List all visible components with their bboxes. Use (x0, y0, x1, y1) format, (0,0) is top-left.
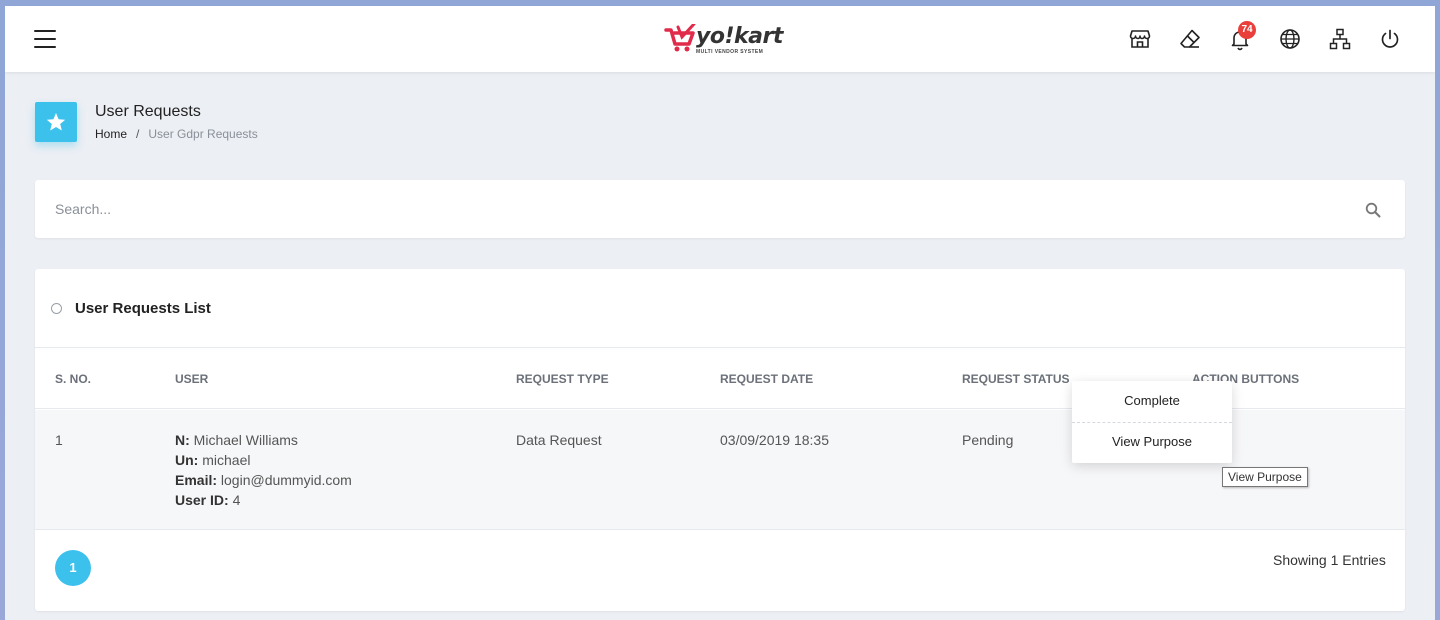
menu-icon[interactable] (34, 30, 56, 48)
logo-subtitle: MULTI VENDOR SYSTEM (696, 49, 764, 55)
search-card (35, 180, 1405, 238)
user-email: login@dummyid.com (220, 472, 352, 488)
breadcrumb-home-link[interactable]: Home (95, 127, 127, 141)
cell-request-type: Data Request (516, 432, 602, 448)
breadcrumb-separator: / (136, 127, 140, 141)
user-email-line: Email: login@dummyid.com (175, 470, 352, 490)
top-bar: yo!kart MULTI VENDOR SYSTEM 74 (5, 6, 1435, 72)
user-name-label: N: (175, 432, 190, 448)
card-header: User Requests List (35, 269, 1405, 348)
column-header-sno[interactable]: S. NO. (55, 372, 91, 386)
user-name: Michael Williams (193, 432, 298, 448)
user-email-label: Email: (175, 472, 218, 488)
user-name-line: N: Michael Williams (175, 430, 352, 450)
page-title: User Requests (95, 103, 201, 120)
globe-icon[interactable] (1278, 27, 1302, 51)
circle-icon (51, 303, 62, 314)
action-dropdown-menu: Complete View Purpose (1072, 381, 1232, 463)
search-input[interactable] (55, 197, 1335, 221)
pagination-page-1[interactable]: 1 (55, 550, 91, 586)
sitemap-icon[interactable] (1328, 27, 1352, 51)
user-username-line: Un: michael (175, 450, 352, 470)
cart-logo-icon (664, 24, 696, 52)
eraser-icon[interactable] (1178, 27, 1202, 51)
card-title: User Requests List (75, 300, 211, 317)
menu-item-complete[interactable]: Complete (1072, 381, 1232, 421)
user-id: 4 (232, 492, 241, 508)
column-header-request-status[interactable]: REQUEST STATUS (962, 372, 1070, 386)
user-id-line: User ID: 4 (175, 490, 352, 510)
power-icon[interactable] (1378, 27, 1402, 51)
column-header-user[interactable]: USER (175, 372, 208, 386)
star-icon (46, 113, 66, 131)
app-frame: yo!kart MULTI VENDOR SYSTEM 74 User Requ… (5, 6, 1435, 620)
cell-request-status: Pending (962, 432, 1014, 448)
store-icon[interactable] (1128, 27, 1152, 51)
user-id-label: User ID: (175, 492, 229, 508)
breadcrumb-current: User Gdpr Requests (148, 127, 258, 141)
logo[interactable]: yo!kart MULTI VENDOR SYSTEM (664, 20, 784, 60)
user-username-label: Un: (175, 452, 199, 468)
cell-user: N: Michael Williams Un: michael Email: l… (175, 430, 352, 510)
cell-sno: 1 (55, 432, 63, 448)
column-header-request-type[interactable]: REQUEST TYPE (516, 372, 609, 386)
logo-text: yo!kart (696, 24, 783, 49)
column-header-request-date[interactable]: REQUEST DATE (720, 372, 813, 386)
showing-entries: Showing 1 Entries (1273, 552, 1386, 568)
breadcrumb: Home / User Gdpr Requests (95, 127, 258, 141)
user-username: michael (202, 452, 251, 468)
page-header-icon (35, 102, 77, 142)
notification-badge: 74 (1238, 21, 1256, 39)
search-icon[interactable] (1365, 202, 1381, 218)
cell-request-date: 03/09/2019 18:35 (720, 432, 829, 448)
tooltip: View Purpose (1222, 467, 1308, 487)
menu-item-view-purpose[interactable]: View Purpose (1072, 422, 1232, 462)
